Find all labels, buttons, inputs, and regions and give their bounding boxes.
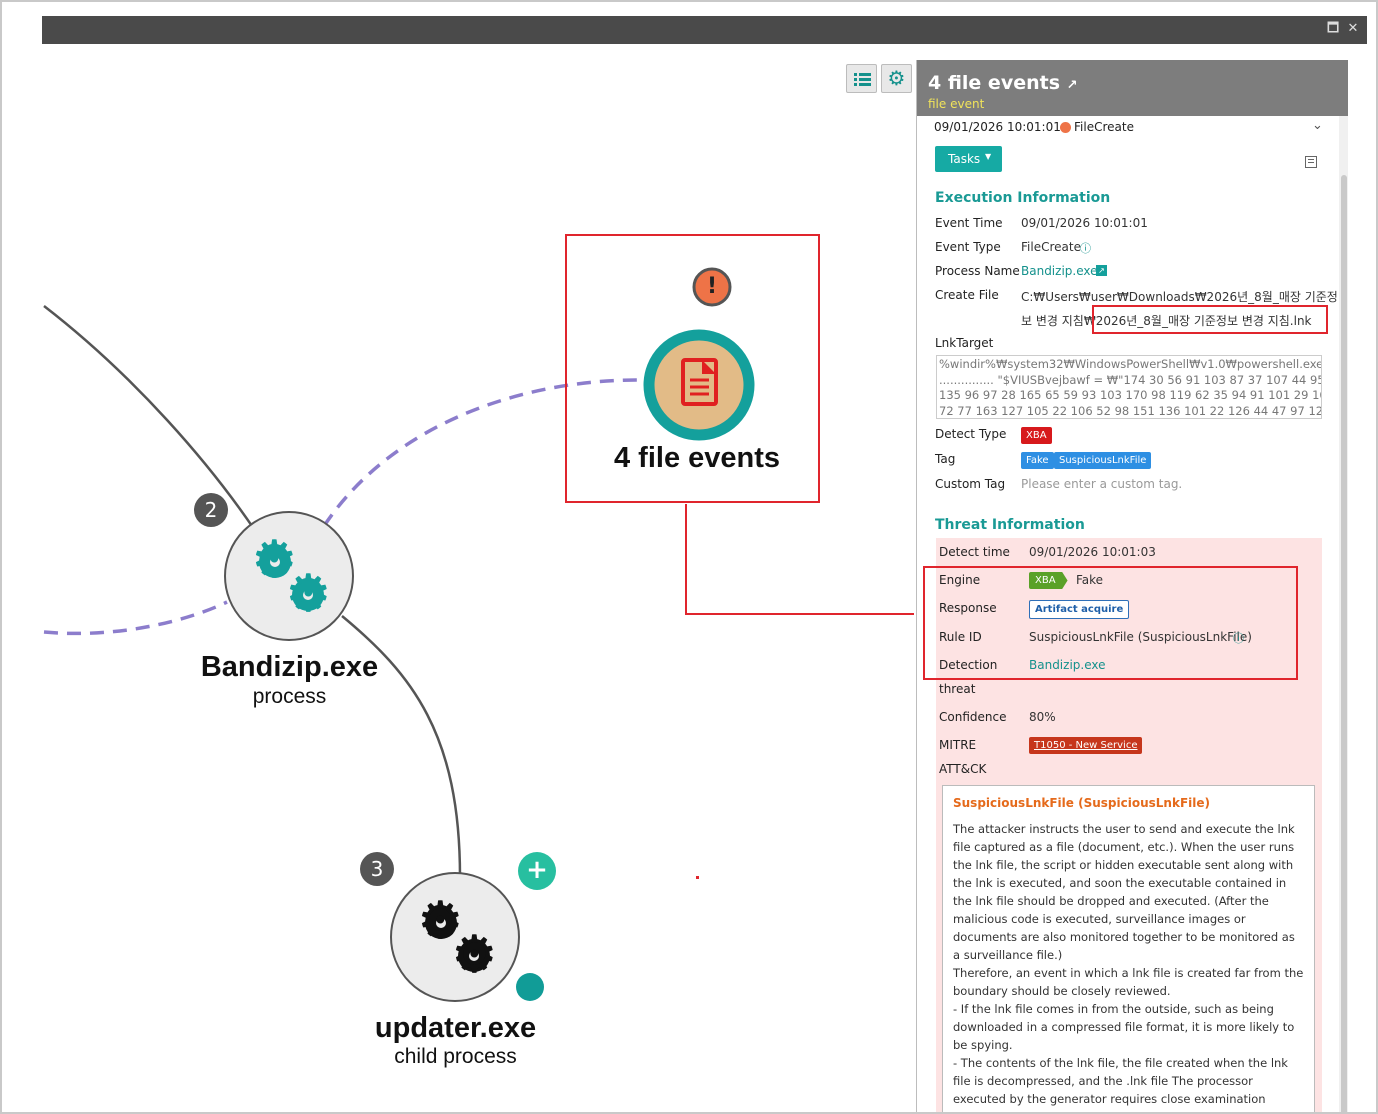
event-type-label: Event Type — [935, 240, 1001, 254]
confidence-label: Confidence — [939, 710, 1007, 724]
event-selector-datetime: 09/01/2026 10:01:01 — [934, 120, 1061, 134]
child-name-label: updater.exe — [374, 1012, 537, 1044]
description-paragraph: - If the lnk file comes in from the outs… — [953, 1002, 1295, 1052]
gear-icon: ⚙ — [451, 925, 498, 985]
event-time-label: Event Time — [935, 216, 1003, 230]
gear-icon: ⚙ — [285, 564, 332, 624]
rule-description-box: SuspiciousLnkFile (SuspiciousLnkFile) Th… — [942, 785, 1315, 1112]
lnk-target-line: ............... "$VIUSBvejbawf = ₩"174 3… — [939, 372, 1322, 387]
description-paragraph: The attacker instructs the user to send … — [953, 822, 1295, 962]
list-icon — [854, 73, 871, 86]
tag-fake[interactable]: Fake — [1021, 452, 1054, 469]
tag-label: Tag — [935, 452, 956, 466]
rule-description-body: The attacker instructs the user to send … — [953, 820, 1304, 1108]
edge-incoming-dashed — [43, 600, 228, 636]
lnk-target-line: %windir%₩system32₩WindowsPowerShell₩v1.0… — [939, 357, 1322, 371]
lnk-target-label: LnkTarget — [935, 336, 994, 350]
event-type-value: FileCreate — [1021, 240, 1081, 254]
threat-label: threat — [939, 682, 976, 696]
threat-detail-highlight — [923, 566, 1298, 680]
attack-label: ATT&CK — [939, 762, 987, 776]
tag-suspicious-lnk[interactable]: SuspiciousLnkFile — [1054, 452, 1152, 469]
panel-subtitle: file event — [928, 97, 985, 111]
panel-scrollbar-thumb[interactable] — [1341, 175, 1347, 1112]
window-frame: 🗖 ✕ ⚙ ⚙ ⚙ ⚙ ! 2 3 + 4 file events Bandiz… — [0, 0, 1378, 1114]
lnk-target-textarea[interactable]: %windir%₩system32₩WindowsPowerShell₩v1.0… — [936, 355, 1322, 419]
event-graph-canvas[interactable]: ⚙ ⚙ ⚙ ⚙ ! 2 3 + 4 file events Bandizip.e… — [2, 44, 914, 1112]
description-paragraph: Therefore, an event in which a lnk file … — [953, 966, 1304, 998]
badge-2: 2 — [204, 498, 218, 522]
detect-time-label: Detect time — [939, 545, 1010, 559]
add-child-glyph[interactable]: + — [524, 855, 550, 885]
file-events-highlight — [565, 234, 820, 503]
restore-icon[interactable]: 🗖 — [1325, 20, 1341, 38]
list-view-button[interactable] — [846, 64, 877, 93]
caret-down-icon: ▼ — [985, 152, 992, 161]
status-dot-icon — [516, 973, 544, 1001]
help-icon[interactable]: ⓘ — [1080, 240, 1091, 256]
process-name-link[interactable]: Bandizip.exe — [1021, 264, 1098, 278]
custom-tag-label: Custom Tag — [935, 477, 1006, 491]
lnk-filename-highlight — [1092, 305, 1328, 334]
tasks-button[interactable]: Tasks ▼ — [935, 146, 1002, 172]
event-selector[interactable]: 09/01/2026 10:01:01 FileCreate ⌄ — [917, 118, 1337, 140]
highlight-connector — [685, 504, 914, 615]
process-role-label: process — [252, 685, 327, 708]
close-icon[interactable]: ✕ — [1345, 20, 1361, 38]
process-name-label: Bandizip.exe — [200, 651, 379, 683]
external-link-icon[interactable]: ↗ — [1067, 78, 1078, 93]
window-titlebar: 🗖 ✕ — [42, 16, 1367, 44]
rule-description-title: SuspiciousLnkFile (SuspiciousLnkFile) — [953, 796, 1210, 810]
panel-header: 4 file events ↗ file event — [917, 60, 1348, 116]
detect-time-value: 09/01/2026 10:01:03 — [1029, 545, 1156, 559]
open-process-icon[interactable]: ↗ — [1096, 265, 1107, 276]
gear-icon: ⚙ — [887, 66, 906, 90]
confidence-value: 80% — [1029, 710, 1056, 724]
event-selector-type: FileCreate — [1074, 120, 1134, 134]
event-time-value: 09/01/2026 10:01:01 — [1021, 216, 1148, 230]
lnk-target-line: 135 96 97 28 165 65 59 93 103 170 98 119… — [939, 388, 1322, 402]
mitre-technique-link[interactable]: T1050 - New Service — [1029, 737, 1143, 754]
process-name-label: Process Name — [935, 264, 1020, 278]
document-list-icon[interactable] — [1305, 156, 1317, 168]
settings-button[interactable]: ⚙ — [881, 64, 912, 93]
detect-type-badge: XBA — [1021, 427, 1052, 444]
threat-info-heading: Threat Information — [935, 517, 1085, 533]
badge-3: 3 — [370, 857, 384, 881]
panel-title: 4 file events ↗ — [928, 72, 1078, 94]
create-file-label: Create File — [935, 288, 999, 302]
edge-parent-to-process — [43, 305, 266, 545]
chevron-down-icon[interactable]: ⌄ — [1312, 118, 1323, 133]
execution-info-heading: Execution Information — [935, 190, 1111, 206]
create-file-line1: C:₩Users₩user₩Downloads₩2026년_8월_매장 기준정 — [1021, 290, 1338, 304]
mitre-label: MITRE — [939, 738, 977, 752]
description-paragraph: - The contents of the lnk file, the file… — [953, 1056, 1288, 1106]
custom-tag-input[interactable]: Please enter a custom tag. — [1021, 477, 1182, 491]
child-role-label: child process — [394, 1045, 517, 1068]
event-dot-icon — [1060, 122, 1071, 133]
detect-type-label: Detect Type — [935, 427, 1007, 441]
lnk-target-line: 72 77 163 127 105 22 106 52 98 151 136 1… — [939, 403, 1322, 418]
